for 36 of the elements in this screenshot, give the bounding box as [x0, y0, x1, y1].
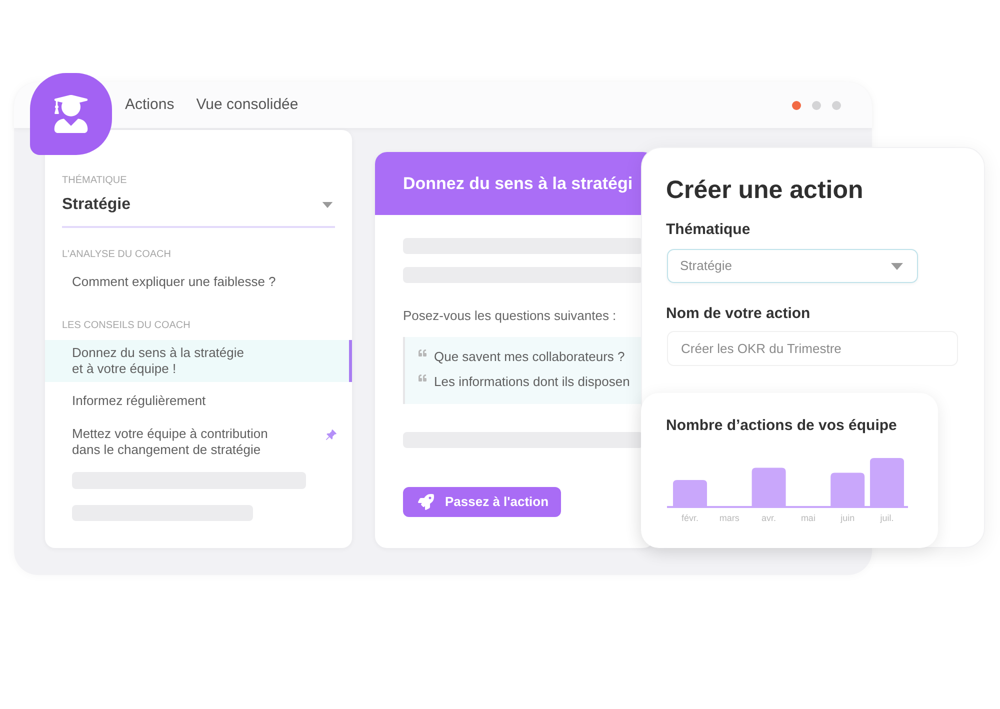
caret-icon — [891, 262, 903, 270]
chart-bar — [870, 458, 904, 507]
axis-label: févr. — [682, 513, 698, 523]
sidebar-item[interactable]: Informez régulièrement — [45, 388, 352, 414]
sidebar-item[interactable]: Mettez votre équipe à contribution dans le changement de stratégie — [45, 421, 352, 463]
nav-link[interactable]: Actions — [125, 95, 174, 115]
card-title: Donnez du sens à la stratégi — [403, 172, 633, 194]
axis-label: mai — [800, 513, 816, 523]
axis-label: juin — [840, 513, 855, 523]
card-title: Créer une action — [666, 175, 864, 205]
chart-bar — [673, 480, 707, 507]
theme-select[interactable]: Stratégie — [667, 249, 918, 283]
quote-icon — [418, 349, 427, 357]
nav-link[interactable]: Vue consolidée — [196, 95, 298, 115]
field-label: Nom de votre action — [666, 304, 812, 324]
question-text: Que savent mes collaborateurs ? — [434, 348, 625, 366]
theme-dropdown[interactable]: Stratégie — [62, 195, 335, 215]
axis-label: juil. — [880, 513, 894, 523]
chart-bar — [752, 468, 786, 507]
action-name-field[interactable]: Créer les OKR du Trimestre — [667, 331, 958, 366]
sidebar-item[interactable]: Donnez du sens à la stratégie et à votre équipe ! — [45, 340, 352, 382]
chart-title: Nombre d’actions de vos équipe — [666, 416, 898, 436]
action-button[interactable]: Passez à l'action — [403, 487, 561, 517]
axis-label: mars — [719, 513, 740, 523]
section-label: THÉMATIQUE — [62, 175, 128, 187]
caret-icon — [322, 202, 333, 208]
prompt-text: Posez-vous les questions suivantes : — [403, 308, 618, 324]
field-label: Thématique — [666, 220, 752, 240]
section-label: LES CONSEILS DU COACH — [62, 320, 192, 332]
axis-label: avr. — [762, 513, 776, 523]
chart-bar — [830, 472, 865, 507]
sidebar-item[interactable]: Comment expliquer une faiblesse ? — [45, 269, 352, 295]
question-text: Les informations dont ils disposen — [434, 373, 630, 391]
section-label: L'ANALYSE DU COACH — [62, 249, 172, 261]
quote-icon — [418, 374, 427, 382]
rocket-icon — [418, 494, 434, 510]
